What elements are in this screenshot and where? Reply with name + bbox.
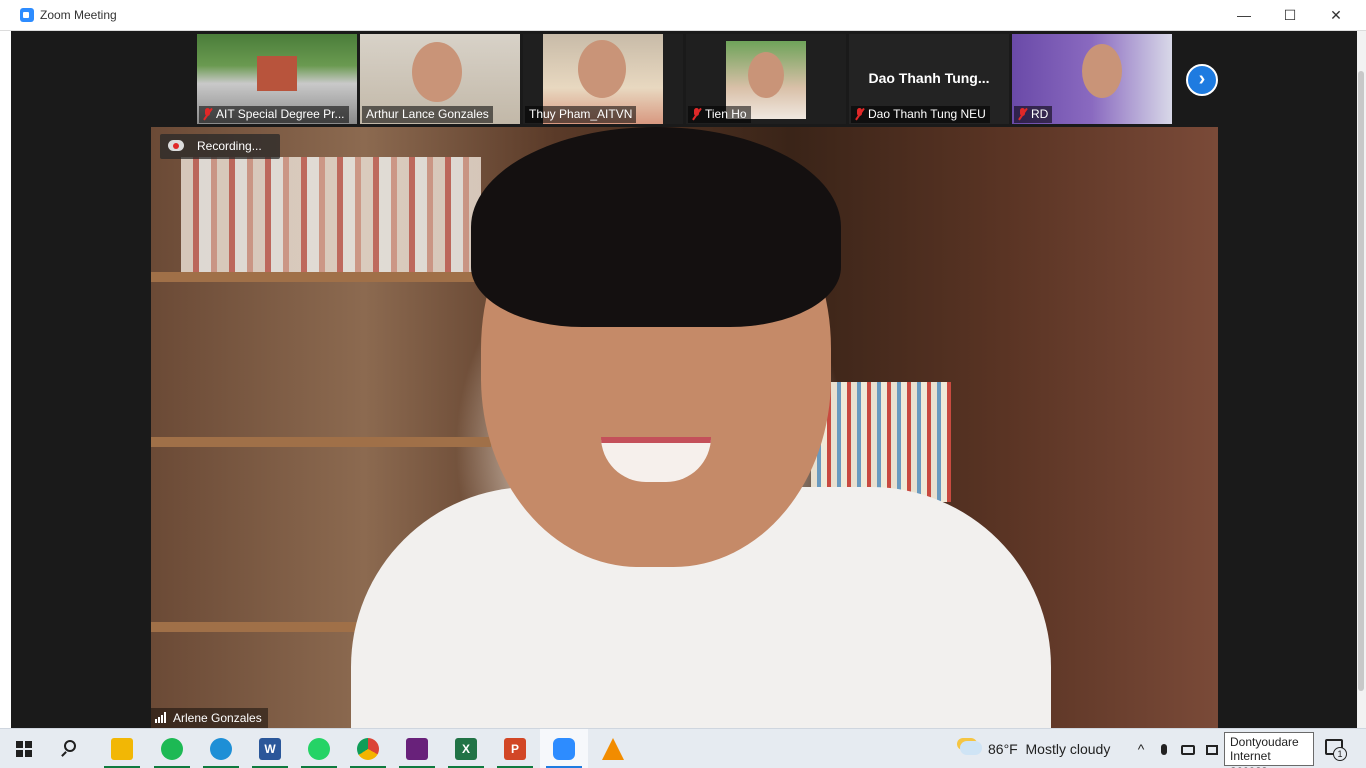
bookshelf — [181, 157, 481, 272]
participant-face — [1082, 44, 1122, 98]
weather-temp: 86°F — [988, 741, 1018, 757]
weather-condition: Mostly cloudy — [1025, 741, 1111, 757]
participant-face — [748, 52, 784, 98]
file-explorer-icon — [111, 738, 133, 760]
participant-name: RD — [1014, 106, 1053, 123]
window-title: Zoom Meeting — [40, 8, 117, 22]
taskbar-app-whatsapp[interactable] — [295, 729, 343, 768]
active-speaker-label: Arlene Gonzales — [151, 708, 268, 728]
maximize-button[interactable]: ☐ — [1267, 0, 1313, 31]
participant-name: Dao Thanh Tung NEU — [851, 106, 990, 123]
taskbar-app-edge[interactable] — [197, 729, 245, 768]
network-tooltip: Dontyoudare Internet access — [1224, 732, 1314, 768]
word-icon: W — [259, 738, 281, 760]
mic-muted-icon — [1018, 108, 1027, 120]
taskbar-app-spotify[interactable] — [148, 729, 196, 768]
edge-icon — [210, 738, 232, 760]
video-scene — [257, 56, 297, 91]
speaker-hair — [471, 127, 841, 327]
connection-signal-icon — [155, 712, 169, 723]
taskbar-app-vlc[interactable] — [589, 729, 637, 768]
powerpoint-icon: P — [504, 738, 526, 760]
zoom-app-icon — [20, 8, 34, 22]
taskbar-app-file-explorer[interactable] — [98, 729, 146, 768]
participant-name: Thuy Pham_AITVN — [525, 106, 637, 123]
participant-thumbnail[interactable]: Thuy Pham_AITVN — [523, 34, 683, 124]
taskbar-app-excel[interactable]: X — [442, 729, 490, 768]
windows-icon — [16, 741, 32, 757]
active-speaker-name: Arlene Gonzales — [173, 711, 262, 725]
search-button[interactable] — [48, 729, 96, 768]
participant-name: Tien Ho — [688, 106, 751, 123]
search-icon — [64, 740, 76, 752]
taskbar-app-powerpoint[interactable]: P — [491, 729, 539, 768]
microphone-icon[interactable] — [1155, 729, 1173, 768]
weather-cloud-icon — [960, 741, 982, 755]
recording-label: Recording... — [197, 139, 262, 153]
shelf — [151, 272, 491, 282]
vlc-icon — [602, 738, 624, 760]
device-icon[interactable] — [1178, 729, 1198, 768]
shelf — [151, 437, 491, 447]
taskbar-app-visual-studio[interactable] — [393, 729, 441, 768]
taskbar: W X P 86°F Mostly cloudy ^ Dontyoudare I… — [0, 728, 1366, 768]
excel-icon: X — [455, 738, 477, 760]
whatsapp-icon — [308, 738, 330, 760]
active-speaker-video: Recording... Arlene Gonzales — [151, 127, 1218, 728]
mic-muted-icon — [855, 108, 864, 120]
chrome-icon — [357, 738, 379, 760]
show-hidden-icons-button[interactable]: ^ — [1131, 729, 1151, 768]
network-icon[interactable] — [1202, 729, 1222, 768]
cloud-recording-icon — [168, 140, 184, 151]
scrollbar[interactable] — [1357, 31, 1366, 728]
next-page-button[interactable]: › — [1186, 64, 1218, 96]
taskbar-app-chrome[interactable] — [344, 729, 392, 768]
bookshelf — [811, 382, 951, 502]
participant-thumbnail[interactable]: RD — [1012, 34, 1172, 124]
mic-muted-icon — [692, 108, 701, 120]
start-button[interactable] — [0, 729, 48, 768]
participant-face — [578, 40, 626, 98]
tooltip-network-status: Internet access — [1230, 749, 1271, 768]
participant-face — [412, 42, 462, 102]
participant-thumbnail[interactable]: Arthur Lance Gonzales — [360, 34, 520, 124]
participant-thumbnail[interactable]: Dao Thanh Tung... Dao Thanh Tung NEU — [849, 34, 1009, 124]
visual-studio-icon — [406, 738, 428, 760]
taskbar-app-zoom[interactable] — [540, 729, 588, 768]
close-button[interactable]: ✕ — [1313, 0, 1359, 31]
participant-name: AIT Special Degree Pr... — [199, 106, 349, 123]
taskbar-app-word[interactable]: W — [246, 729, 294, 768]
participant-thumbnail[interactable]: Tien Ho — [686, 34, 846, 124]
participant-name: Arthur Lance Gonzales — [362, 106, 493, 123]
tooltip-network-name: Dontyoudare — [1230, 735, 1299, 749]
participant-display-name: Dao Thanh Tung... — [868, 70, 990, 86]
notification-count-badge: 1 — [1333, 747, 1347, 761]
title-bar: Zoom Meeting — ☐ ✕ — [0, 0, 1366, 31]
minimize-button[interactable]: — — [1221, 0, 1267, 31]
window-frame-left — [0, 31, 11, 728]
recording-indicator[interactable]: Recording... — [160, 134, 280, 159]
spotify-icon — [161, 738, 183, 760]
weather-widget[interactable]: 86°F Mostly cloudy — [960, 729, 1110, 768]
scrollbar-thumb[interactable] — [1358, 71, 1364, 691]
mic-muted-icon — [203, 108, 212, 120]
zoom-icon — [553, 738, 575, 760]
meeting-area: AIT Special Degree Pr... Arthur Lance Go… — [11, 31, 1357, 728]
participant-thumbnail[interactable]: AIT Special Degree Pr... — [197, 34, 357, 124]
